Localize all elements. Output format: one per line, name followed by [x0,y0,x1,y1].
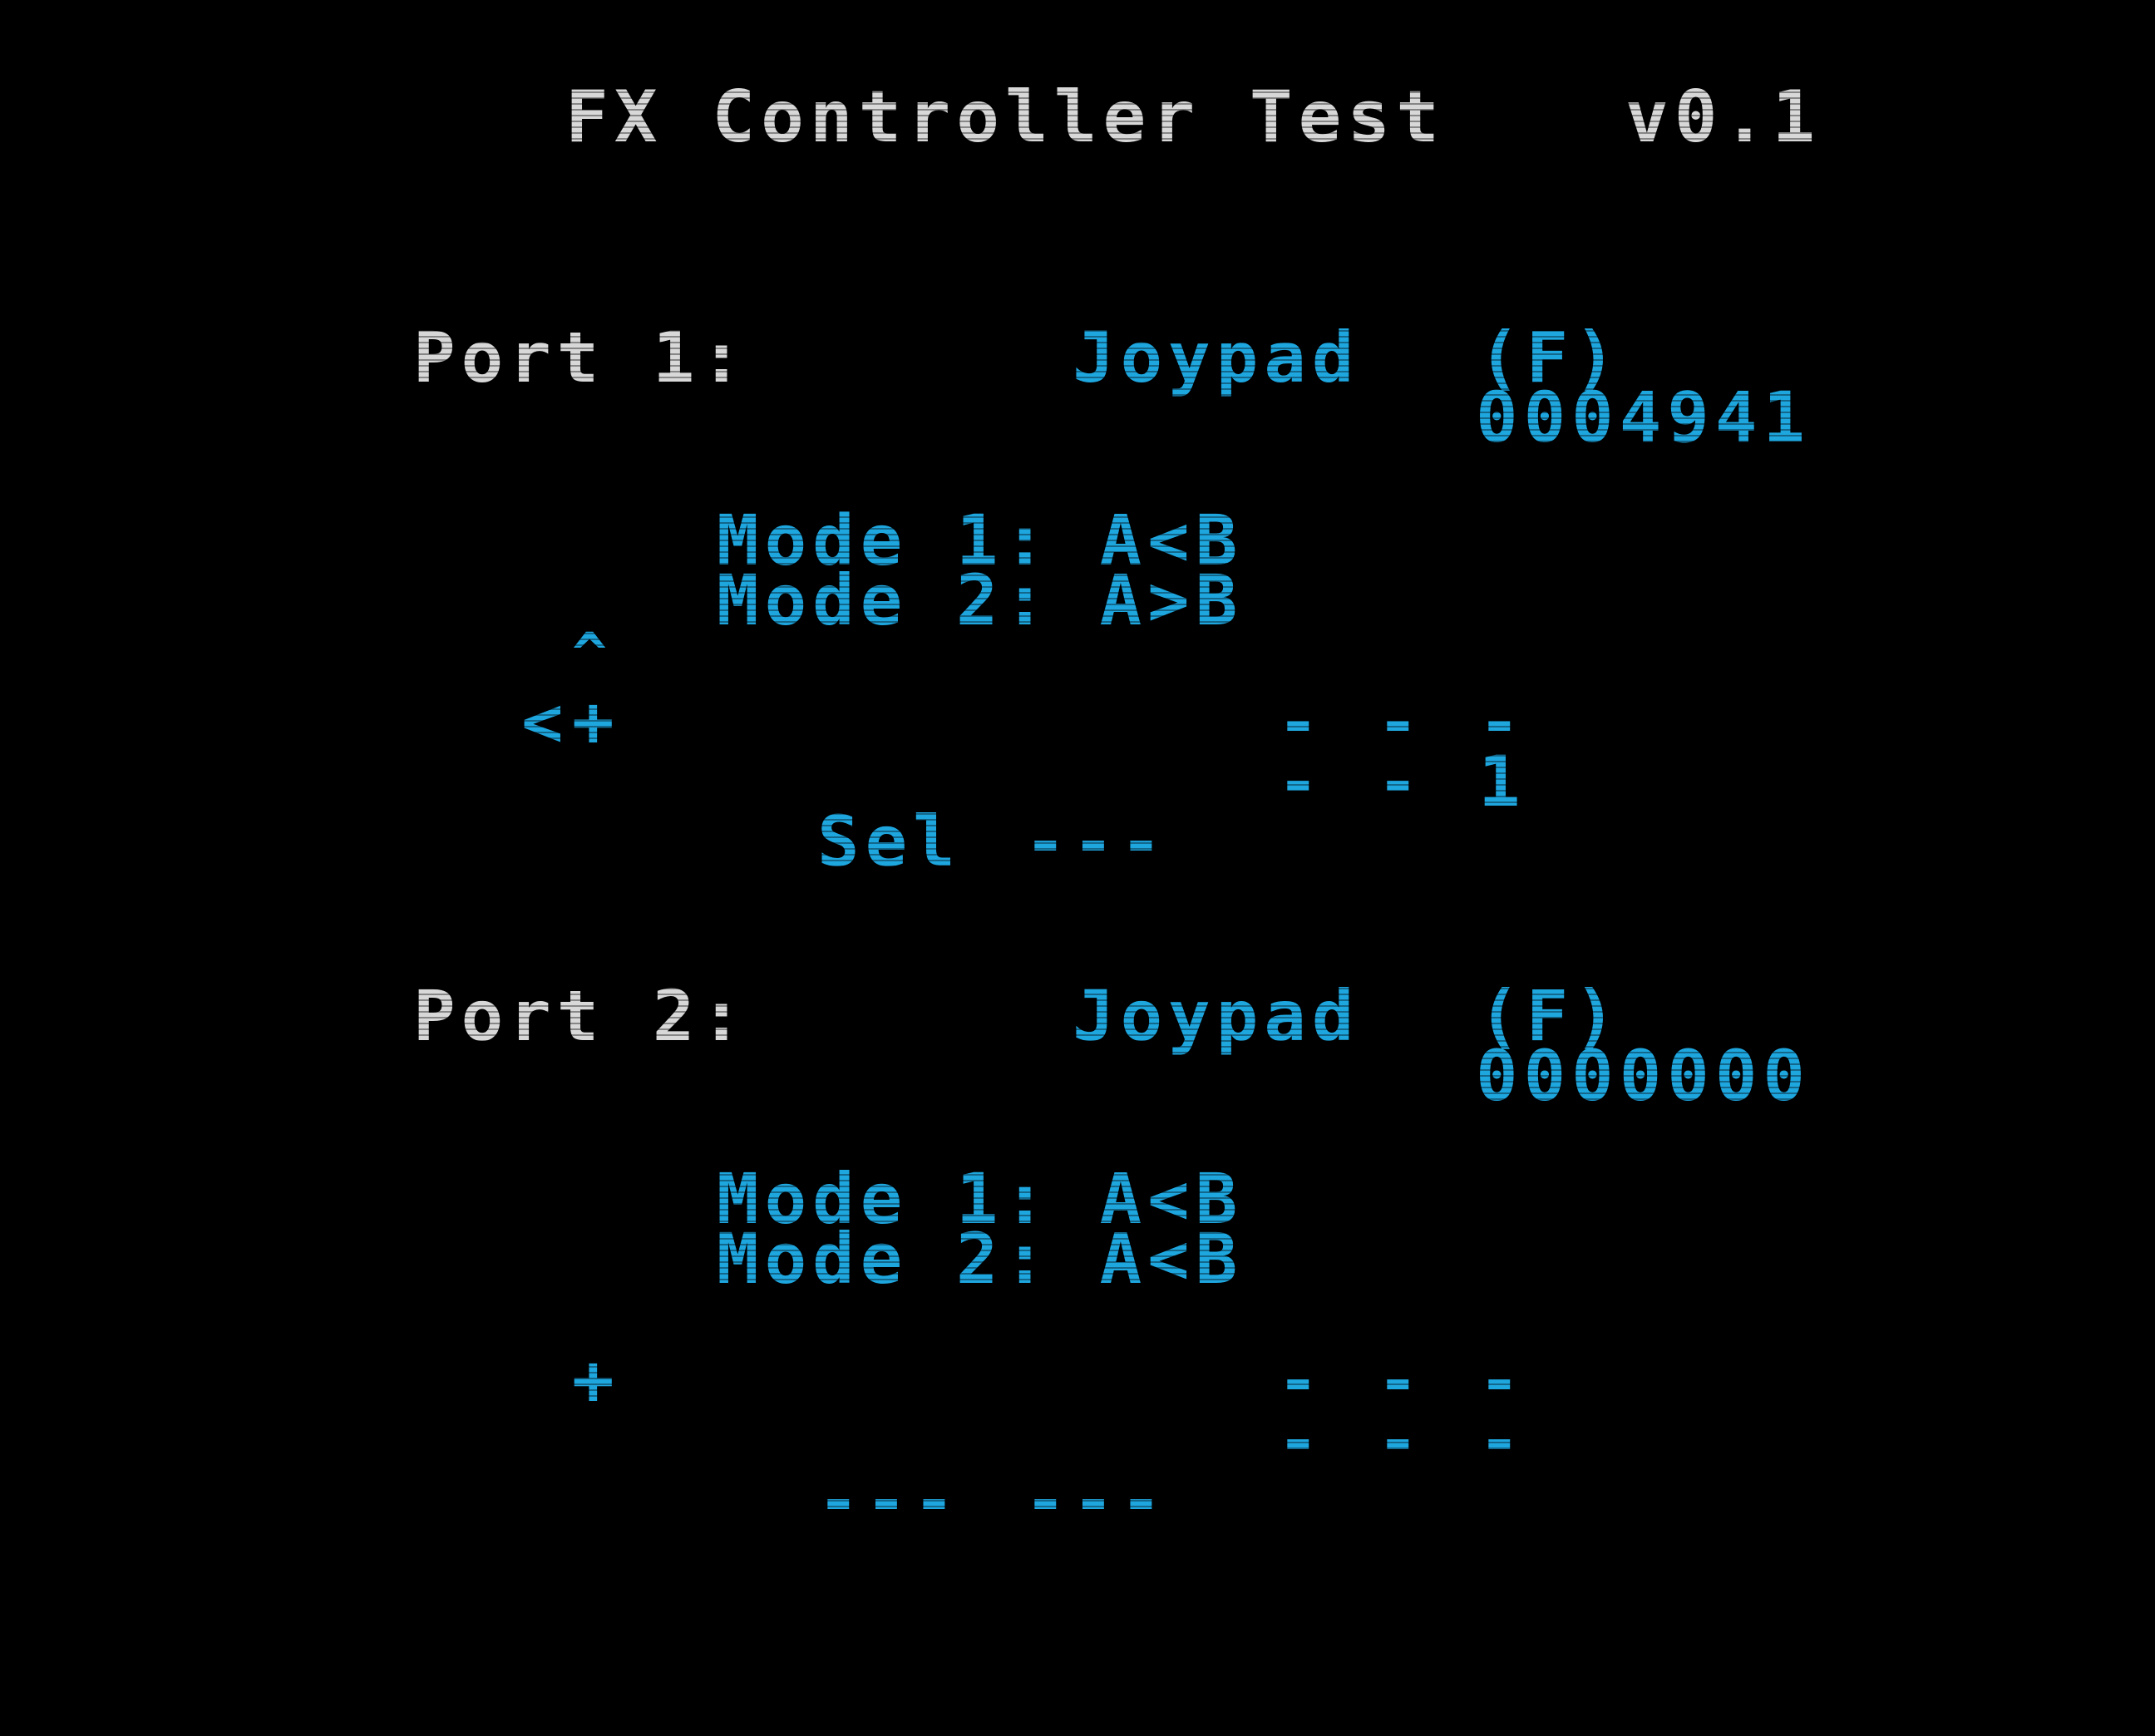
port-2-device: Joypad [1073,975,1360,1057]
port-1-button-5: - [1377,741,1425,822]
port-1-select-indicator: Sel [817,801,961,882]
port-2-button-5: - [1377,1399,1425,1481]
port-1-device: Joypad [1073,317,1360,398]
port-1-dpad-up-indicator: ^ [572,620,614,688]
port-2-button-4: - [1277,1399,1325,1481]
port-2-value: 0000000 [1476,1035,1812,1117]
port-1-button-4: - [1277,741,1325,822]
port-2-mode-2: Mode 2: A<B [717,1218,1244,1300]
port-1-dpad-center: + [572,681,620,762]
port-2-label: Port 2: [413,975,749,1057]
port-1-dpad-left-indicator: < [521,681,570,762]
port-1-value: 0004941 [1476,377,1812,458]
port-1-button-6: 1 [1478,741,1526,822]
app-title: FX Controller Test [565,76,1445,159]
port-1-run-indicator: --- [1024,801,1168,882]
port-2-run-indicator: --- [1024,1459,1168,1541]
port-2-button-6: - [1478,1399,1526,1481]
port-2-select-indicator: --- [817,1459,961,1541]
port-2-dpad-center: + [572,1339,620,1421]
version-label: v0.1 [1625,76,1822,159]
port-1-mode-2: Mode 2: A>B [717,560,1244,641]
port-1-label: Port 1: [413,317,749,398]
